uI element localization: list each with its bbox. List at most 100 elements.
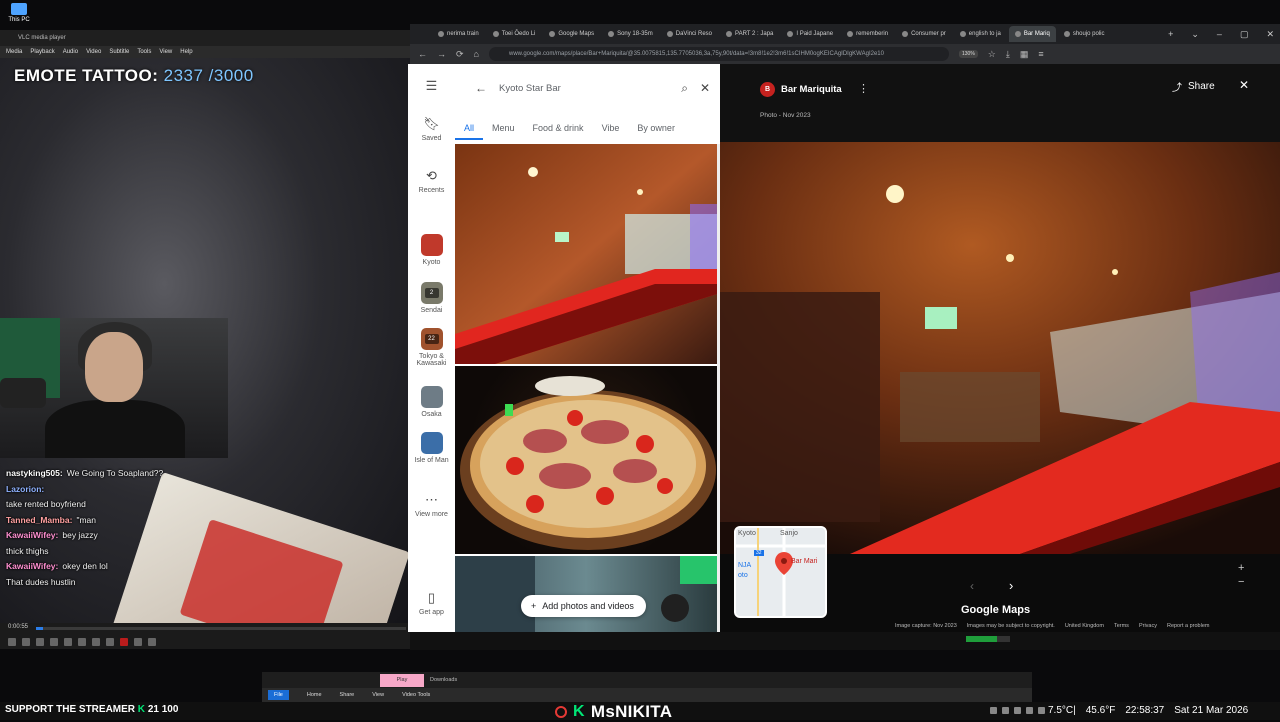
- vlc-menu-media[interactable]: Media: [6, 49, 22, 55]
- zoom-out-icon[interactable]: −: [1238, 575, 1244, 589]
- menu-icon[interactable]: ≡: [1038, 49, 1043, 59]
- browser-tab[interactable]: PART 2 : Japa: [720, 26, 779, 42]
- browser-tab[interactable]: Google Maps: [543, 26, 600, 42]
- search-icon[interactable]: ⌕: [681, 81, 688, 96]
- rail-sendai[interactable]: 2 Sendai: [408, 282, 455, 314]
- tray-icon[interactable]: [1002, 707, 1009, 714]
- filter-tab[interactable]: Food & drink: [524, 120, 593, 140]
- browser-tab[interactable]: rememberin: [841, 26, 894, 42]
- playlist-icon[interactable]: [78, 638, 86, 646]
- vlc-menu-playback[interactable]: Playback: [30, 49, 54, 55]
- desktop-this-pc-icon[interactable]: This PC: [6, 3, 32, 23]
- browser-tab[interactable]: I Paid Japane: [781, 26, 839, 42]
- next-icon[interactable]: [50, 638, 58, 646]
- play-icon[interactable]: [8, 638, 16, 646]
- forward-icon[interactable]: →: [437, 49, 446, 59]
- photo-bar-interior[interactable]: [455, 144, 717, 364]
- ribbon-tab[interactable]: Share: [340, 692, 355, 698]
- tray-icon[interactable]: [1026, 707, 1033, 714]
- footer-link[interactable]: Terms: [1114, 623, 1129, 629]
- hamburger-menu-icon[interactable]: ☰: [408, 78, 455, 94]
- previous-photo-icon[interactable]: ‹: [970, 579, 974, 593]
- rail-kyoto[interactable]: Kyoto: [408, 234, 455, 266]
- photo-cafe-interior[interactable]: [455, 556, 717, 632]
- rail-get-app[interactable]: ▯ Get app: [408, 590, 455, 616]
- more-options-icon[interactable]: ⋮: [858, 82, 869, 95]
- downloads-icon[interactable]: ⤓: [1006, 49, 1010, 60]
- zoom-level[interactable]: 130%: [958, 50, 978, 58]
- stop-icon[interactable]: [36, 638, 44, 646]
- zoom-in-icon[interactable]: +: [1238, 561, 1244, 575]
- vlc-menu-view[interactable]: View: [159, 49, 172, 55]
- photo-pizza[interactable]: [455, 366, 717, 554]
- browser-tab[interactable]: Toei Ōedo Li: [487, 26, 542, 42]
- browser-tab[interactable]: shoujo polic: [1058, 26, 1111, 42]
- location-minimap[interactable]: Kyoto Sanjo 32 NJA oto Bar Mari: [734, 526, 827, 618]
- system-clock[interactable]: 7.5°C| 45.6°F 22:58:37 Sat 21 Mar 2026: [1048, 705, 1248, 716]
- tab-list-icon[interactable]: ⌄: [1191, 29, 1199, 40]
- filter-tab[interactable]: Vibe: [593, 120, 629, 140]
- place-chip[interactable]: B Bar Mariquita: [760, 82, 842, 97]
- snapshot-icon[interactable]: [134, 638, 142, 646]
- fullscreen-icon[interactable]: [64, 638, 72, 646]
- back-icon[interactable]: ←: [418, 49, 427, 59]
- tray-icon[interactable]: [1014, 707, 1021, 714]
- back-arrow-icon[interactable]: ←: [475, 81, 487, 95]
- search-input[interactable]: Kyoto Star Bar: [499, 83, 669, 94]
- browser-tab[interactable]: Bar Mariq: [1008, 26, 1056, 42]
- ribbon-tab[interactable]: Video Tools: [402, 692, 430, 698]
- vlc-seekbar[interactable]: 0:00:55: [0, 623, 410, 635]
- browser-tab[interactable]: DaVinci Reso: [661, 26, 718, 42]
- filter-tab[interactable]: By owner: [628, 120, 684, 140]
- rail-view-more[interactable]: ⋯ View more: [408, 492, 455, 518]
- vlc-menu-tools[interactable]: Tools: [137, 49, 151, 55]
- browser-tab[interactable]: Sony 18-35m: [602, 26, 659, 42]
- frame-step-icon[interactable]: [148, 638, 156, 646]
- seek-track[interactable]: [36, 627, 406, 630]
- loop-icon[interactable]: [92, 638, 100, 646]
- close-search-icon[interactable]: ✕: [700, 81, 710, 95]
- record-icon[interactable]: [120, 638, 128, 646]
- zoom-control[interactable]: + −: [1238, 561, 1244, 589]
- filter-tab[interactable]: All: [455, 120, 484, 140]
- footer-link[interactable]: Report a problem: [1167, 623, 1210, 629]
- ribbon-tab[interactable]: File: [268, 690, 289, 700]
- extensions-icon[interactable]: ▦: [1020, 49, 1029, 60]
- rail-recents[interactable]: ⟲ Recents: [408, 168, 455, 194]
- shuffle-icon[interactable]: [106, 638, 114, 646]
- browser-tab[interactable]: english to ja: [954, 26, 1007, 42]
- tray-icon[interactable]: [1038, 707, 1045, 714]
- footer-link[interactable]: United Kingdom: [1065, 623, 1104, 629]
- vlc-menu-video[interactable]: Video: [86, 49, 101, 55]
- browser-tab[interactable]: nerima train: [432, 26, 485, 42]
- reload-icon[interactable]: ⟳: [456, 49, 464, 60]
- bookmark-star-icon[interactable]: ☆: [988, 49, 996, 60]
- rail-isle-of-man[interactable]: Isle of Man: [408, 432, 455, 464]
- next-photo-icon[interactable]: ›: [1009, 578, 1013, 593]
- home-icon[interactable]: ⌂: [474, 49, 479, 59]
- minimize-icon[interactable]: –: [1217, 29, 1222, 39]
- prev-icon[interactable]: [22, 638, 30, 646]
- close-viewer-icon[interactable]: ✕: [1239, 78, 1249, 92]
- ribbon-tab[interactable]: Home: [307, 692, 322, 698]
- browser-tab[interactable]: Consumer pr: [896, 26, 952, 42]
- address-bar[interactable]: www.google.com/maps/place/Bar+Mariquita/…: [488, 47, 949, 61]
- tray-icon[interactable]: [990, 707, 997, 714]
- rail-saved[interactable]: 🔖︎ Saved: [408, 116, 455, 142]
- footer-link[interactable]: Privacy: [1139, 623, 1157, 629]
- share-button[interactable]: ⤴ Share: [1172, 79, 1215, 94]
- new-tab-icon[interactable]: +: [1168, 29, 1173, 39]
- maximize-icon[interactable]: ▢: [1240, 29, 1249, 40]
- rail-osaka[interactable]: Osaka: [408, 386, 455, 418]
- close-window-icon[interactable]: ✕: [1266, 29, 1274, 40]
- filter-tab[interactable]: Menu: [483, 120, 524, 140]
- vlc-menu-help[interactable]: Help: [180, 49, 192, 55]
- ribbon-tab[interactable]: View: [372, 692, 384, 698]
- main-photo[interactable]: [720, 142, 1280, 554]
- search-box[interactable]: ← Kyoto Star Bar ⌕ ✕: [465, 74, 710, 102]
- rail-tokyo[interactable]: 22 Tokyo & Kawasaki: [408, 328, 455, 367]
- play-tab[interactable]: Play: [380, 674, 424, 687]
- vlc-menu-subtitle[interactable]: Subtitle: [109, 49, 129, 55]
- vlc-menu-audio[interactable]: Audio: [63, 49, 78, 55]
- add-photos-button[interactable]: + Add photos and videos: [521, 595, 646, 617]
